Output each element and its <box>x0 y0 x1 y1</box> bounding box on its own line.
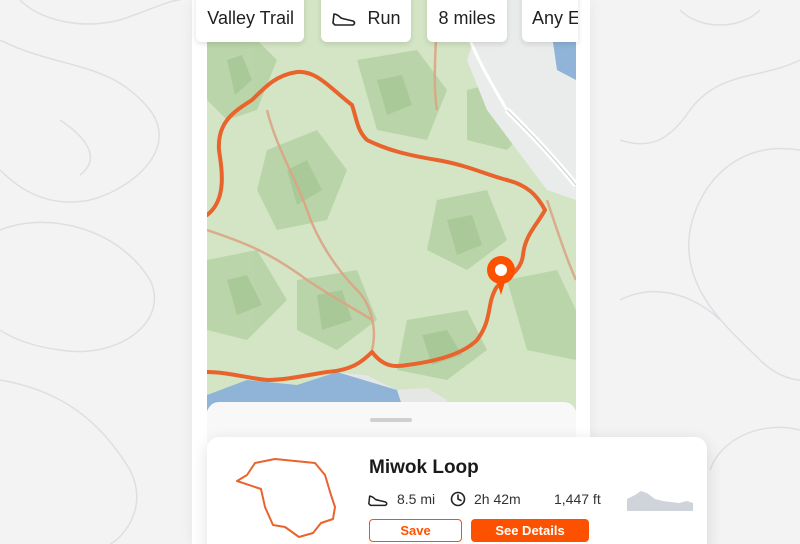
filter-chip-surface[interactable]: Any E <box>522 0 578 42</box>
route-distance-value: 8.5 mi <box>397 491 436 507</box>
route-name: Miwok Loop <box>369 457 479 478</box>
route-elevation-value: 1,447 ft <box>554 491 601 507</box>
route-duration: 2h 42m <box>450 491 521 507</box>
route-card[interactable]: Miwok Loop 8.5 mi 2h 42m 1,447 ft Save S… <box>207 437 707 544</box>
save-button[interactable]: Save <box>369 519 462 542</box>
filter-chip-trail-label: Valley Trail <box>207 7 294 28</box>
shoe-icon <box>368 494 388 506</box>
filter-chip-distance-label: 8 miles <box>438 7 496 28</box>
route-distance: 8.5 mi <box>367 491 435 507</box>
filter-chip-surface-label: Any E <box>532 7 578 28</box>
see-details-button[interactable]: See Details <box>471 519 589 542</box>
route-elevation: 1,447 ft <box>554 491 601 507</box>
map-view[interactable] <box>207 0 576 420</box>
topographic-map <box>207 0 576 420</box>
elevation-profile-chart <box>627 491 693 511</box>
filter-chip-distance[interactable]: 8 miles <box>427 0 507 42</box>
shoe-icon <box>332 13 356 26</box>
filter-chip-trail[interactable]: Valley Trail <box>196 0 304 42</box>
clock-icon <box>450 491 466 507</box>
route-duration-value: 2h 42m <box>474 491 521 507</box>
sheet-drag-handle[interactable] <box>370 418 412 422</box>
bottom-sheet <box>207 402 576 442</box>
filter-chip-activity-label: Run <box>367 7 401 28</box>
route-thumbnail <box>236 458 336 538</box>
filter-chip-activity[interactable]: Run <box>321 0 411 42</box>
